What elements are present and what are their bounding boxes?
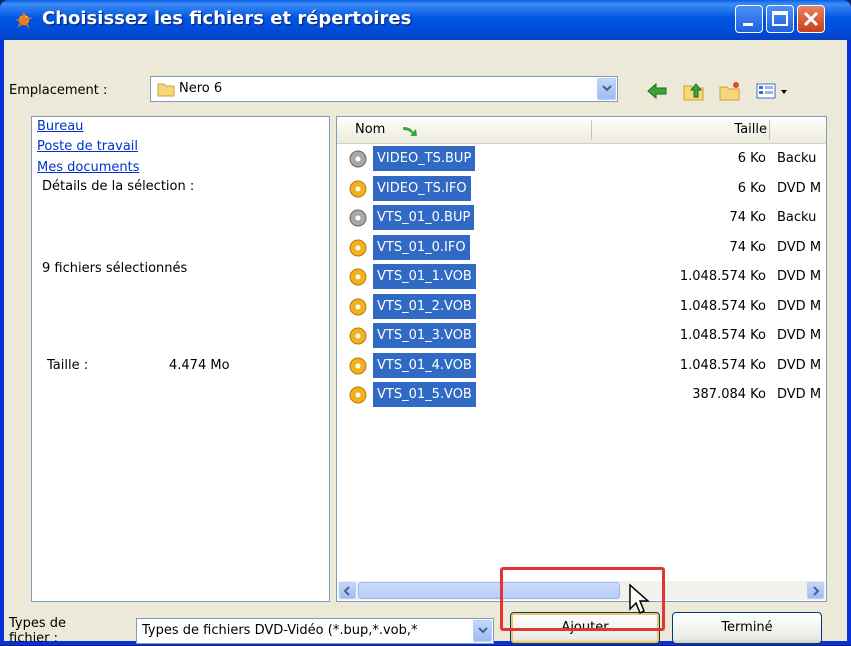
file-name[interactable]: VIDEO_TS.BUP bbox=[373, 146, 476, 171]
chevron-left-icon bbox=[343, 586, 350, 596]
bup-file-icon bbox=[349, 209, 367, 227]
minimize-button[interactable] bbox=[735, 5, 763, 33]
vob-file-icon bbox=[349, 268, 367, 286]
size-label: Taille : bbox=[47, 358, 89, 373]
chevron-down-icon bbox=[602, 85, 612, 92]
ifo-file-icon bbox=[349, 239, 367, 257]
details-pane: Bureau Poste de travail Mes documents Dé… bbox=[31, 116, 330, 602]
file-type: DVD M bbox=[777, 239, 822, 255]
size-value: 4.474 Mo bbox=[169, 358, 230, 373]
file-size: 1.048.574 Ko bbox=[679, 357, 766, 373]
file-size: 387.084 Ko bbox=[692, 387, 766, 402]
file-row[interactable]: VTS_01_0.IFO 74 Ko DVD M bbox=[337, 234, 826, 260]
file-name[interactable]: VTS_01_0.IFO bbox=[373, 234, 470, 260]
location-dropdown-button[interactable] bbox=[597, 78, 616, 100]
file-size: 74 Ko bbox=[729, 239, 766, 255]
file-type: DVD M bbox=[777, 357, 822, 373]
file-type: DVD M bbox=[777, 269, 822, 284]
file-row[interactable]: VIDEO_TS.BUP 6 Ko Backu bbox=[337, 146, 826, 171]
view-menu-icon[interactable] bbox=[755, 80, 791, 102]
file-name[interactable]: VTS_01_0.BUP bbox=[373, 205, 475, 230]
file-name[interactable]: VTS_01_1.VOB bbox=[373, 264, 476, 289]
file-type: Backu bbox=[777, 210, 817, 225]
selection-details-label: Détails de la sélection : bbox=[42, 179, 195, 194]
file-name[interactable]: VTS_01_5.VOB bbox=[373, 382, 476, 407]
chevron-right-icon bbox=[813, 586, 820, 596]
up-folder-icon[interactable] bbox=[683, 80, 705, 102]
file-name[interactable]: VTS_01_4.VOB bbox=[373, 352, 476, 378]
file-type: DVD M bbox=[777, 387, 822, 402]
minimize-icon bbox=[743, 23, 753, 26]
file-row[interactable]: VIDEO_TS.IFO 6 Ko DVD M bbox=[337, 175, 826, 201]
file-type: Backu bbox=[777, 151, 817, 166]
mouse-cursor-icon bbox=[629, 583, 650, 615]
title-bar[interactable]: Choisissez les fichiers et répertoires bbox=[0, 0, 851, 40]
file-size: 6 Ko bbox=[737, 180, 766, 196]
file-row[interactable]: VTS_01_4.VOB 1.048.574 Ko DVD M bbox=[337, 352, 826, 378]
filetype-dropdown-button[interactable] bbox=[473, 620, 492, 642]
file-row[interactable]: VTS_01_1.VOB 1.048.574 Ko DVD M bbox=[337, 264, 826, 289]
list-header: Nom Taille bbox=[337, 117, 826, 144]
filetype-combo[interactable]: Types de fichiers DVD-Vidéo (*.bup,*.vob… bbox=[136, 618, 494, 644]
column-header-size[interactable]: Taille bbox=[722, 117, 767, 143]
file-size: 6 Ko bbox=[737, 151, 766, 166]
vob-file-icon bbox=[349, 386, 367, 404]
selected-count: 9 fichiers sélectionnés bbox=[42, 261, 188, 276]
dialog-window: Choisissez les fichiers et répertoires E… bbox=[0, 0, 851, 646]
file-row[interactable]: VTS_01_3.VOB 1.048.574 Ko DVD M bbox=[337, 323, 826, 348]
ifo-file-icon bbox=[349, 180, 367, 198]
link-mes-documents[interactable]: Mes documents bbox=[37, 160, 139, 175]
location-combo[interactable]: Nero 6 bbox=[150, 76, 618, 102]
file-row[interactable]: VTS_01_5.VOB 387.084 Ko DVD M bbox=[337, 382, 826, 407]
maximize-button[interactable] bbox=[766, 5, 794, 33]
file-size: 74 Ko bbox=[729, 210, 766, 225]
sort-arrow-icon bbox=[403, 127, 417, 136]
scroll-left-button[interactable] bbox=[339, 582, 356, 599]
location-label: Emplacement : bbox=[9, 83, 108, 98]
file-name[interactable]: VTS_01_3.VOB bbox=[373, 323, 476, 348]
file-row[interactable]: VTS_01_2.VOB 1.048.574 Ko DVD M bbox=[337, 293, 826, 319]
file-row[interactable]: VTS_01_0.BUP 74 Ko Backu bbox=[337, 205, 826, 230]
filetype-value: Types de fichiers DVD-Vidéo (*.bup,*.vob… bbox=[142, 623, 418, 638]
file-list[interactable]: Nom Taille VIDEO_TS.BUP 6 Ko Backu VIDEO_TS… bbox=[336, 116, 827, 602]
location-value: Nero 6 bbox=[179, 81, 223, 96]
file-type: DVD M bbox=[777, 328, 822, 343]
link-bureau[interactable]: Bureau bbox=[37, 119, 83, 134]
nero-app-icon bbox=[15, 11, 33, 29]
new-folder-icon[interactable] bbox=[719, 80, 741, 102]
window-title: Choisissez les fichiers et répertoires bbox=[42, 8, 412, 29]
file-type: DVD M bbox=[777, 180, 822, 196]
file-name[interactable]: VTS_01_2.VOB bbox=[373, 293, 476, 319]
chevron-down-icon bbox=[478, 627, 488, 634]
dialog-body: Emplacement : Nero 6 Bureau Poste de tra… bbox=[4, 40, 847, 646]
bup-file-icon bbox=[349, 150, 367, 168]
file-type: DVD M bbox=[777, 298, 822, 314]
filetype-label: Types de fichier : bbox=[9, 616, 67, 646]
file-name[interactable]: VIDEO_TS.IFO bbox=[373, 175, 471, 201]
maximize-icon bbox=[772, 11, 788, 26]
folder-icon bbox=[157, 83, 175, 97]
done-button[interactable]: Terminé bbox=[672, 612, 822, 644]
scroll-right-button[interactable] bbox=[807, 582, 824, 599]
link-poste-de-travail[interactable]: Poste de travail bbox=[37, 139, 138, 154]
file-size: 1.048.574 Ko bbox=[679, 328, 766, 343]
vob-file-icon bbox=[349, 298, 367, 316]
close-button[interactable] bbox=[797, 5, 825, 33]
file-size: 1.048.574 Ko bbox=[679, 298, 766, 314]
back-arrow-icon[interactable] bbox=[646, 80, 668, 102]
column-header-name[interactable]: Nom bbox=[355, 117, 417, 143]
close-icon bbox=[803, 11, 819, 27]
vob-file-icon bbox=[349, 357, 367, 375]
file-size: 1.048.574 Ko bbox=[679, 269, 766, 284]
vob-file-icon bbox=[349, 327, 367, 345]
